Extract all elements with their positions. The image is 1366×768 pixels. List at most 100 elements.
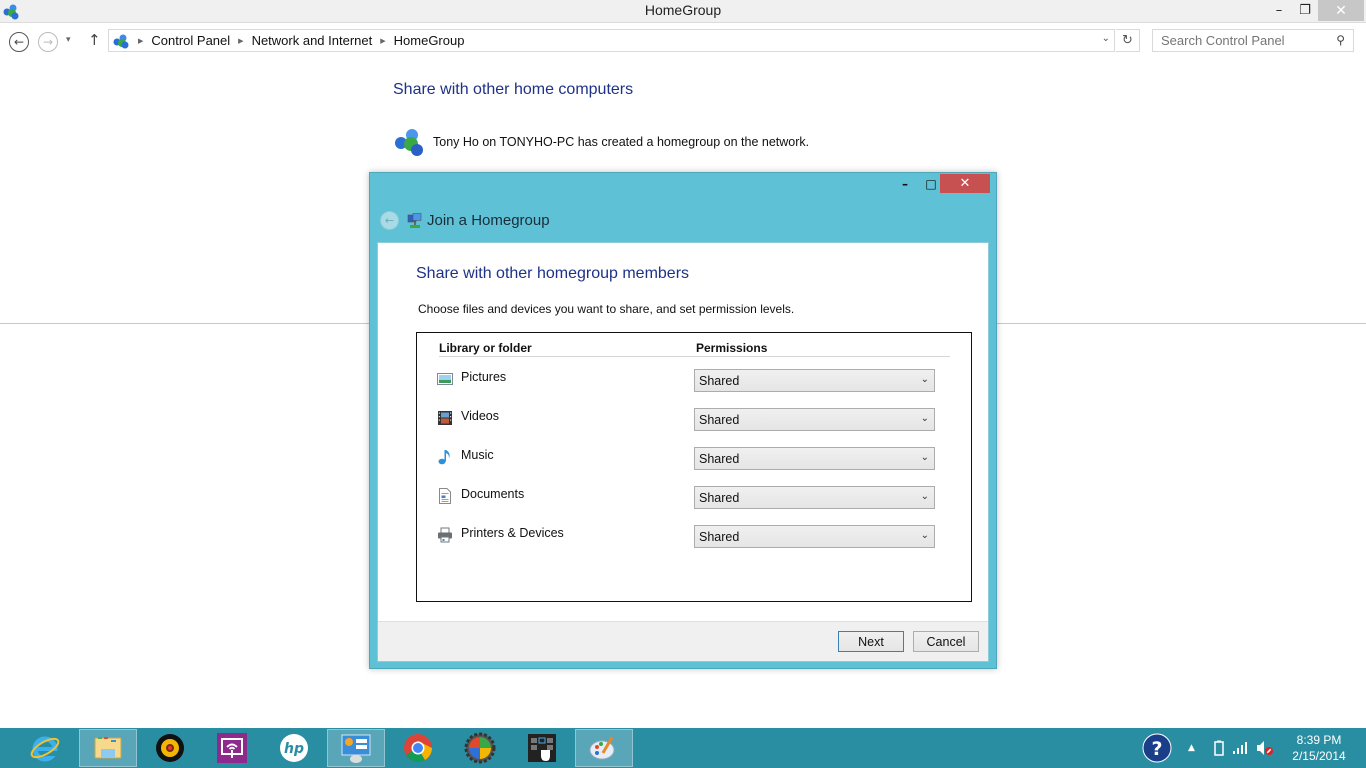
music-icon [438,450,450,465]
share-row-music: Music Shared ⌄ [437,446,937,470]
dialog-maximize-button[interactable]: □ [920,174,942,193]
file-explorer-icon [94,737,122,759]
share-row-videos: Videos Shared ⌄ [437,407,937,431]
breadcrumb-separator[interactable]: ▶ [380,37,385,45]
homegroup-network-icon [407,212,422,228]
chevron-down-icon: ⌄ [920,530,929,541]
search-icon[interactable]: ⚲ [1336,33,1345,47]
taskbar-file-explorer[interactable] [79,729,137,767]
paint-icon [589,736,615,760]
clock-time: 8:39 PM [1296,733,1342,747]
taskbar-paint[interactable] [575,729,633,767]
permission-value: Shared [699,529,740,544]
breadcrumb-homegroup[interactable]: HomeGroup [394,33,465,48]
refresh-button[interactable]: ↻ [1116,29,1140,52]
breadcrumb-control-panel[interactable]: Control Panel [151,33,230,48]
dialog-instructions: Choose files and devices you want to sha… [418,302,795,316]
taskbar-touch-app[interactable] [513,729,571,767]
header-divider [439,356,950,357]
wireless-display-icon [217,733,247,763]
breadcrumb-separator[interactable]: ▶ [238,37,243,45]
column-header-library: Library or folder [439,341,532,355]
search-input[interactable] [1161,33,1331,48]
taskbar-webcam[interactable] [141,729,199,767]
row-label: Music [461,448,494,462]
homegroup-message: Tony Ho on TONYHO-PC has created a homeg… [433,135,810,149]
taskbar: hp ? ▲ 8:39 PM 2/15/2014 [0,728,1366,768]
show-hidden-icons-button[interactable]: ▲ [1188,728,1195,768]
chevron-down-icon[interactable]: ⌄ [1102,33,1110,44]
printer-icon [438,527,452,543]
dialog-close-button[interactable]: ✕ [940,174,990,193]
control-panel-icon [341,734,371,763]
svg-text:hp: hp [284,741,304,757]
breadcrumb-network-and-internet[interactable]: Network and Internet [252,33,373,48]
permission-dropdown-music[interactable]: Shared ⌄ [694,447,935,470]
taskbar-app-gear[interactable] [451,729,509,767]
back-button[interactable]: ← [9,32,29,52]
permission-dropdown-printers[interactable]: Shared ⌄ [694,525,935,548]
homegroup-icon [395,129,423,156]
chevron-down-icon: ⌄ [920,413,929,424]
pictures-icon [437,373,453,385]
row-label: Videos [461,409,499,423]
dialog-back-button[interactable]: ← [380,211,399,230]
share-row-documents: Documents Shared ⌄ [437,485,937,509]
help-icon: ? [1142,733,1172,763]
permission-dropdown-videos[interactable]: Shared ⌄ [694,408,935,431]
documents-icon [439,488,451,504]
permission-value: Shared [699,490,740,505]
join-homegroup-dialog: – □ ✕ ← Join a Homegroup Share with othe… [369,172,997,669]
chevron-down-icon: ⌄ [920,374,929,385]
internet-explorer-icon [30,736,60,762]
gear-app-icon [464,732,496,764]
videos-icon [438,411,452,425]
chevron-down-icon: ⌄ [920,491,929,502]
close-button[interactable]: ✕ [1318,0,1364,21]
permission-value: Shared [699,412,740,427]
next-button[interactable]: Next [838,631,904,652]
row-label: Documents [461,487,525,501]
battery-icon[interactable] [1214,728,1224,768]
dialog-minimize-button[interactable]: – [894,174,916,193]
permission-dropdown-documents[interactable]: Shared ⌄ [694,486,935,509]
dialog-title: Join a Homegroup [427,212,550,229]
cancel-button[interactable]: Cancel [913,631,979,652]
restore-button[interactable]: ❐ [1292,0,1318,21]
touch-app-icon [528,734,556,762]
help-tray-icon[interactable]: ? [1142,728,1172,768]
clock-date: 2/15/2014 [1292,749,1346,763]
forward-button[interactable]: → [38,32,58,52]
row-label: Printers & Devices [461,526,564,540]
search-box[interactable]: ⚲ [1152,29,1354,52]
share-settings-table: Library or folder Permissions Pictures S… [416,332,972,602]
column-header-permissions: Permissions [696,341,768,355]
hp-icon: hp [280,734,308,762]
permission-value: Shared [699,373,740,388]
volume-muted-icon[interactable] [1256,728,1274,768]
taskbar-wireless-display[interactable] [203,729,261,767]
network-signal-icon[interactable] [1232,728,1248,768]
share-row-printers: Printers & Devices Shared ⌄ [437,524,937,548]
permission-dropdown-pictures[interactable]: Shared ⌄ [694,369,935,392]
share-row-pictures: Pictures Shared ⌄ [437,368,937,392]
taskbar-internet-explorer[interactable] [16,729,74,767]
taskbar-hp[interactable]: hp [265,729,323,767]
system-clock[interactable]: 8:39 PM 2/15/2014 [1284,732,1354,764]
homegroup-info: Tony Ho on TONYHO-PC has created a homeg… [393,127,809,157]
navigation-bar: ← → ▾ ↑ ▶ Control Panel ▶ Network and In… [0,24,1366,58]
control-panel-icon [113,34,129,48]
taskbar-control-panel[interactable] [327,729,385,767]
taskbar-chrome[interactable] [389,729,447,767]
breadcrumb-separator[interactable]: ▶ [138,37,143,45]
row-label: Pictures [461,370,507,384]
address-bar[interactable]: ▶ Control Panel ▶ Network and Internet ▶… [108,29,1115,52]
chrome-icon [404,734,432,762]
recent-locations-button[interactable]: ▾ [66,35,71,45]
minimize-button[interactable]: – [1266,0,1292,21]
up-button[interactable]: ↑ [88,31,101,49]
webcam-icon [156,734,184,762]
window-titlebar: HomeGroup – ❐ ✕ [0,0,1366,23]
window-title: HomeGroup [644,2,722,18]
page-heading: Share with other home computers [393,81,634,98]
